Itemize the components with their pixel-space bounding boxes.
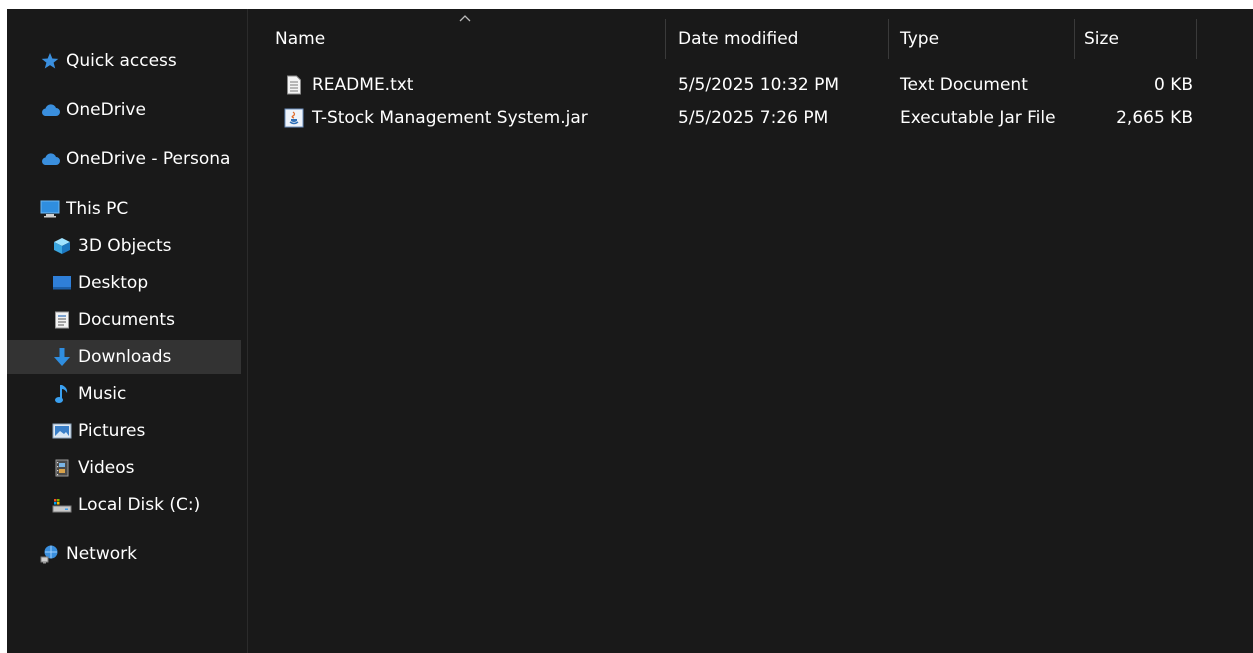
- nav-label: This PC: [66, 199, 129, 219]
- nav-onedrive[interactable]: OneDrive: [7, 93, 241, 127]
- column-header-name[interactable]: Name: [275, 19, 665, 59]
- column-header-size[interactable]: Size: [1084, 19, 1196, 59]
- desktop-icon: [52, 273, 72, 293]
- file-name: README.txt: [312, 75, 414, 95]
- column-separator[interactable]: [1196, 19, 1197, 59]
- file-row[interactable]: T-Stock Management System.jar 5/5/2025 7…: [273, 102, 1198, 134]
- file-date: 5/5/2025 7:26 PM: [678, 108, 829, 128]
- file-list-pane: Name Date modified Type Size README.txt …: [248, 9, 1253, 653]
- nav-onedrive-personal[interactable]: OneDrive - Persona: [7, 142, 241, 176]
- file-type: Text Document: [900, 75, 1028, 95]
- cloud-icon: [40, 100, 60, 120]
- file-type: Executable Jar File: [900, 108, 1056, 128]
- nav-label: OneDrive: [66, 100, 146, 120]
- nav-label: OneDrive - Persona: [66, 149, 231, 169]
- nav-label: Pictures: [78, 421, 146, 441]
- navigation-pane: Quick access OneDrive OneDrive - Persona…: [7, 9, 247, 653]
- text-file-icon: [284, 75, 304, 95]
- star-icon: [40, 51, 60, 71]
- cube-icon: [52, 236, 72, 256]
- jar-file-icon: [284, 108, 304, 128]
- column-header-type[interactable]: Type: [900, 19, 1074, 59]
- nav-documents[interactable]: Documents: [7, 303, 241, 337]
- file-size: 0 KB: [1153, 75, 1193, 95]
- nav-label: Quick access: [66, 51, 177, 71]
- picture-icon: [52, 421, 72, 441]
- nav-music[interactable]: Music: [7, 377, 241, 411]
- nav-label: Videos: [78, 458, 135, 478]
- nav-3d-objects[interactable]: 3D Objects: [7, 229, 241, 263]
- film-icon: [52, 458, 72, 478]
- nav-label: Music: [78, 384, 127, 404]
- nav-network[interactable]: Network: [7, 537, 241, 571]
- nav-local-disk[interactable]: Local Disk (C:): [7, 488, 241, 522]
- nav-label: Desktop: [78, 273, 149, 293]
- nav-label: 3D Objects: [78, 236, 172, 256]
- file-size: 2,665 KB: [1116, 108, 1193, 128]
- file-date: 5/5/2025 10:32 PM: [678, 75, 840, 95]
- nav-desktop[interactable]: Desktop: [7, 266, 241, 300]
- nav-this-pc[interactable]: This PC: [7, 192, 241, 226]
- nav-label: Network: [66, 544, 137, 564]
- nav-videos[interactable]: Videos: [7, 451, 241, 485]
- hard-drive-icon: [52, 495, 72, 515]
- column-separator[interactable]: [888, 19, 889, 59]
- file-name: T-Stock Management System.jar: [312, 108, 588, 128]
- file-name-cell: README.txt: [284, 69, 413, 101]
- nav-downloads[interactable]: Downloads: [7, 340, 241, 374]
- cloud-icon: [40, 149, 60, 169]
- file-name-cell: T-Stock Management System.jar: [284, 102, 588, 134]
- music-note-icon: [52, 384, 72, 404]
- computer-icon: [40, 199, 60, 219]
- nav-label: Documents: [78, 310, 175, 330]
- nav-quick-access[interactable]: Quick access: [7, 44, 241, 78]
- network-icon: [40, 544, 60, 564]
- column-header-label: Size: [1084, 29, 1119, 49]
- file-row[interactable]: README.txt 5/5/2025 10:32 PM Text Docume…: [273, 69, 1198, 101]
- column-header-label: Type: [900, 29, 940, 49]
- column-header-label: Name: [275, 29, 326, 49]
- column-separator[interactable]: [1074, 19, 1075, 59]
- column-header-label: Date modified: [678, 29, 799, 49]
- file-explorer-window: Quick access OneDrive OneDrive - Persona…: [7, 9, 1253, 653]
- download-arrow-icon: [52, 347, 72, 367]
- nav-label: Local Disk (C:): [78, 495, 201, 515]
- nav-label: Downloads: [78, 347, 172, 367]
- column-separator[interactable]: [665, 19, 666, 59]
- column-header-date-modified[interactable]: Date modified: [678, 19, 888, 59]
- nav-pictures[interactable]: Pictures: [7, 414, 241, 448]
- document-icon: [52, 310, 72, 330]
